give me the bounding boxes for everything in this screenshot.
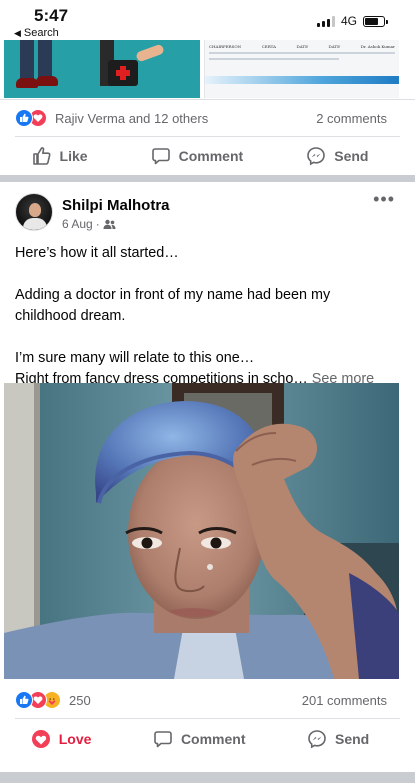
messenger-icon <box>307 147 326 166</box>
comments-count[interactable]: 2 comments <box>316 111 387 126</box>
status-indicators: 4G <box>316 14 388 28</box>
post-text-line: Here’s how it all started… <box>15 245 179 261</box>
post-separator <box>0 175 415 182</box>
comment-icon <box>151 148 170 165</box>
previous-post-image-right[interactable]: CHAIRPERSON CERTA DATE DATE Dr. Ashok Ku… <box>204 40 399 98</box>
post-text: Here’s how it all started… Adding a doct… <box>15 243 395 390</box>
comment-button[interactable]: Comment <box>153 729 246 749</box>
post-action-bar: Love Comment Send <box>0 721 400 757</box>
previous-post-action-bar: Like Comment Send <box>0 138 400 174</box>
medical-kit-icon <box>108 60 138 86</box>
post-text-line: childhood dream. <box>15 308 126 324</box>
comment-icon <box>154 731 172 748</box>
back-label: Search <box>23 27 59 39</box>
previous-post-reactions[interactable]: Rajiv Verma and 12 others 2 comments <box>15 107 387 129</box>
send-button[interactable]: Send <box>306 146 368 166</box>
comments-count[interactable]: 201 comments <box>302 693 387 708</box>
network-label: 4G <box>340 14 357 28</box>
like-reaction-icon <box>15 691 33 709</box>
post-meta: 6 Aug · <box>62 217 116 231</box>
document-table-header: CHAIRPERSON CERTA DATE DATE Dr. Ashok Ku… <box>209 44 395 49</box>
post-separator <box>0 772 415 783</box>
divider <box>0 99 415 100</box>
status-time: 5:47 <box>34 6 69 25</box>
post-photo[interactable] <box>4 383 399 679</box>
post-header: Shilpi Malhotra 6 Aug · ••• <box>15 190 395 235</box>
love-reaction-icon <box>31 730 50 748</box>
love-button[interactable]: Love <box>31 729 91 749</box>
post-text-line: I’m sure many will relate to this one… <box>15 350 255 366</box>
more-options-button[interactable]: ••• <box>373 190 395 208</box>
author-name[interactable]: Shilpi Malhotra <box>62 197 170 214</box>
post-date[interactable]: 6 Aug <box>62 217 93 231</box>
back-arrow-icon: ◀ <box>14 27 21 38</box>
previous-post-image-left[interactable] <box>4 40 200 98</box>
previous-post-media[interactable]: CHAIRPERSON CERTA DATE DATE Dr. Ashok Ku… <box>4 40 399 98</box>
post-text-line: Adding a doctor in front of my name had … <box>15 287 331 303</box>
thumbs-up-icon <box>32 147 51 165</box>
post-reactions[interactable]: 250 201 comments <box>15 689 387 711</box>
battery-icon <box>363 15 388 27</box>
back-to-search-link[interactable]: ◀ Search <box>14 27 59 39</box>
comment-button[interactable]: Comment <box>151 146 243 166</box>
signal-icon <box>316 15 335 27</box>
doctor-selfie-image <box>4 383 399 679</box>
status-bar: 5:47 ◀ Search 4G <box>0 0 415 40</box>
messenger-icon <box>308 730 326 749</box>
like-button[interactable]: Like <box>32 146 88 166</box>
avatar[interactable] <box>15 193 53 231</box>
friends-icon <box>103 219 116 229</box>
divider <box>15 136 400 137</box>
reaction-count[interactable]: 250 <box>69 693 91 708</box>
divider <box>15 718 400 719</box>
reactions-summary[interactable]: Rajiv Verma and 12 others <box>55 111 208 126</box>
send-button[interactable]: Send <box>307 729 369 749</box>
like-reaction-icon <box>15 109 33 127</box>
